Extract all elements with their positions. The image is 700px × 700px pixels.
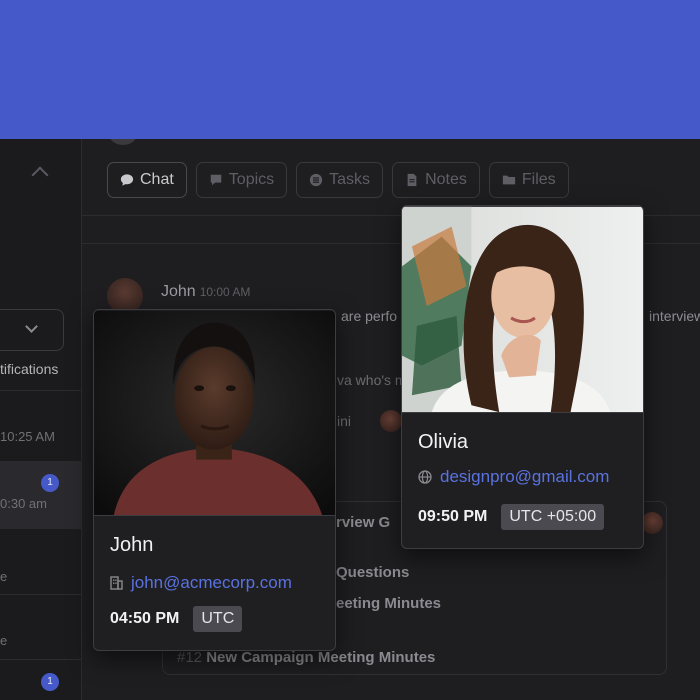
conversation-item-active[interactable]: 1 0:30 am (0, 461, 82, 529)
message-text: va who's m (337, 372, 407, 388)
card-name: Olivia (418, 431, 469, 453)
sidebar-select[interactable] (0, 309, 64, 351)
tab-files[interactable]: Files (488, 162, 569, 198)
tab-bar: Chat Topics Tasks Notes Files (107, 162, 569, 198)
timezone-badge: UTC (193, 606, 243, 632)
list-item[interactable]: Questions (336, 564, 409, 581)
message-text: interviews (649, 308, 700, 324)
globe-icon (418, 470, 432, 484)
local-time-row: 04:50 PM UTC (110, 606, 243, 632)
user-card-john: John john@acmecorp.com 04:50 PM UTC (93, 309, 336, 651)
folder-icon (502, 175, 515, 185)
profile-photo (94, 310, 335, 516)
avatar (380, 410, 402, 432)
email-row: designpro@gmail.com (418, 467, 609, 487)
top-banner (0, 0, 700, 139)
notifications-label: tifications (0, 361, 59, 377)
sidebar: tifications 10:25 AM 1 0:30 am e e 1 (0, 139, 82, 700)
avatar (641, 512, 663, 534)
list-item[interactable]: eeting Minutes (336, 595, 441, 612)
divider (0, 594, 82, 595)
unread-badge: 1 (41, 474, 59, 492)
local-time: 09:50 PM (418, 508, 488, 525)
list-item[interactable]: rview G (336, 514, 390, 531)
list-icon (310, 173, 323, 187)
comment-icon (210, 174, 222, 186)
chevron-down-icon (25, 320, 38, 333)
email-link[interactable]: designpro@gmail.com (440, 467, 609, 487)
timezone-badge: UTC +05:00 (501, 504, 605, 530)
chevron-up-icon[interactable] (31, 166, 49, 184)
local-time-row: 09:50 PM UTC +05:00 (418, 504, 605, 530)
unread-badge: 1 (41, 673, 59, 691)
divider (0, 659, 82, 660)
email-link[interactable]: john@acmecorp.com (131, 573, 292, 593)
channel-avatar (108, 139, 138, 145)
message-time: 10:00 AM (199, 285, 251, 299)
building-icon (110, 576, 123, 590)
tab-label: Files (521, 171, 556, 188)
document-icon (407, 173, 417, 187)
tab-tasks[interactable]: Tasks (296, 162, 384, 198)
divider (94, 515, 335, 516)
profile-photo (402, 206, 643, 413)
tab-label: Chat (140, 171, 174, 188)
message-author: John 10:00 AM (161, 283, 250, 301)
tab-notes[interactable]: Notes (392, 162, 480, 198)
author-name: John (161, 283, 196, 300)
tab-label: Tasks (329, 171, 371, 188)
message-text: are perfo (341, 308, 398, 324)
divider (0, 390, 82, 391)
list-item[interactable]: #12 New Campaign Meeting Minutes (177, 649, 435, 666)
conversation-time: 0:30 am (0, 496, 47, 511)
divider (402, 412, 643, 413)
conversation-preview: e (0, 633, 8, 648)
tab-label: Notes (425, 171, 467, 188)
local-time: 04:50 PM (110, 610, 180, 627)
conversation-preview: e (0, 569, 8, 584)
tab-chat[interactable]: Chat (107, 162, 187, 198)
email-row: john@acmecorp.com (110, 573, 292, 593)
chat-bubble-icon (120, 174, 134, 186)
tab-topics[interactable]: Topics (195, 162, 288, 198)
message-text: ini (337, 413, 352, 429)
tab-label: Topics (228, 171, 275, 188)
card-name: John (110, 534, 154, 556)
conversation-time: 10:25 AM (0, 429, 55, 444)
item-number: #12 (177, 649, 203, 666)
user-card-olivia: Olivia designpro@gmail.com 09:50 PM UTC … (401, 205, 644, 549)
item-title: New Campaign Meeting Minutes (206, 649, 436, 666)
